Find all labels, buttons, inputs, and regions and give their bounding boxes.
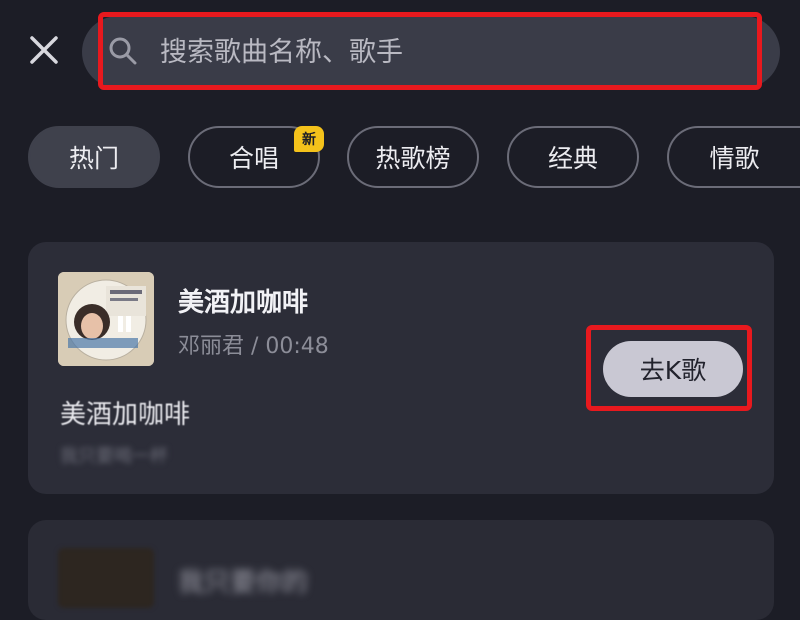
song-title: 我只要你的 (178, 568, 309, 598)
new-badge: 新 (294, 126, 324, 152)
tab-love-songs[interactable]: 情歌 (667, 126, 800, 188)
tab-label: 情歌 (709, 144, 760, 173)
tab-classic[interactable]: 经典 (507, 126, 639, 188)
tab-hot-chart[interactable]: 热歌榜 (347, 126, 479, 188)
lyric-subline: 我只要喝一杯 (60, 446, 168, 467)
tab-label: 经典 (547, 144, 598, 173)
lyric-preview: 美酒加咖啡 (60, 400, 191, 430)
tab-label: 热歌榜 (375, 144, 451, 173)
close-icon[interactable] (28, 34, 60, 66)
album-cover (58, 272, 154, 366)
tab-hot[interactable]: 热门 (28, 126, 160, 188)
song-artist-duration: 邓丽君 / 00:48 (178, 334, 329, 359)
tab-label: 热门 (68, 144, 119, 173)
tab-label: 合唱 (228, 144, 279, 173)
album-cover (58, 548, 154, 608)
search-highlight-box (98, 12, 762, 90)
category-tabs: 热门 合唱 热歌榜 经典 情歌 (0, 126, 800, 188)
song-title: 美酒加咖啡 (178, 288, 309, 318)
karaoke-highlight-box (586, 325, 752, 411)
